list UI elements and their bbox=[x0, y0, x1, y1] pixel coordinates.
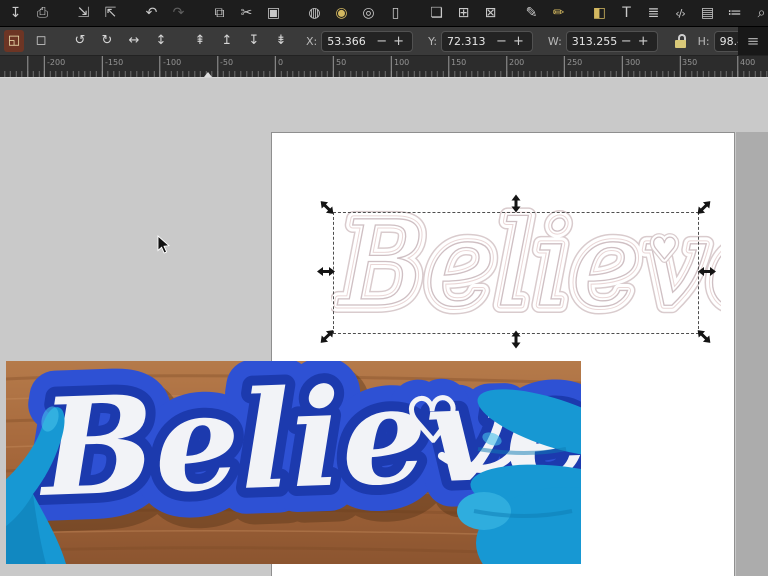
selection-handle-bottom[interactable] bbox=[511, 330, 521, 349]
w-field: W: 313.255 − + bbox=[547, 30, 658, 52]
lower-icon[interactable]: ↧ bbox=[244, 30, 264, 52]
import-icon[interactable]: ⇲ bbox=[74, 0, 92, 27]
x-input[interactable]: 53.366 − + bbox=[321, 30, 414, 52]
y-decrement-button[interactable]: − bbox=[493, 32, 510, 51]
save-icon[interactable]: ↧ bbox=[6, 0, 24, 27]
page-shadow bbox=[736, 132, 768, 576]
x-field: X: 53.366 − + bbox=[306, 30, 414, 52]
ruler-position-marker bbox=[204, 72, 212, 77]
clone-icon[interactable]: ⊞ bbox=[454, 0, 472, 27]
y-field: Y: 72.313 − + bbox=[428, 30, 533, 52]
x-decrement-button[interactable]: − bbox=[373, 32, 390, 51]
select-all-icon[interactable]: ◱ bbox=[4, 30, 24, 52]
selection-handle-left[interactable] bbox=[317, 267, 335, 276]
canvas-area[interactable]: Believe Believe Believe Believe Believe … bbox=[0, 78, 768, 576]
tool-options-bar: ◱ ◻ ↺ ↻ ↔ ↕ ⇞ ↥ ↧ ⇟ X: 53.366 − + Y: 72.… bbox=[0, 27, 768, 56]
copy-icon[interactable]: ⧉ bbox=[210, 0, 228, 27]
mouse-cursor bbox=[157, 235, 170, 254]
command-bar: ↧ ⎙ ⇲ ⇱ ↶ ↷ ⧉ ✂ ▣ ◍ ◉ ◎ ▯ ❏ ⊞ ⊠ ✎ ✏ ◧ T … bbox=[0, 0, 768, 27]
selection-bounding-box bbox=[333, 212, 699, 334]
zoom-drawing-icon[interactable]: ◉ bbox=[332, 0, 350, 27]
print-icon[interactable]: ⎙ bbox=[33, 0, 51, 27]
snap-panel-menu-icon[interactable]: ≡ bbox=[738, 27, 768, 55]
cut-icon[interactable]: ✂ bbox=[237, 0, 255, 27]
svg-text:♥: ♥ bbox=[405, 385, 459, 455]
horizontal-ruler: -200 -150 -100 -50 0 50 100 150 200 250 … bbox=[0, 56, 768, 78]
edit-paths-icon[interactable]: ✏ bbox=[549, 0, 567, 27]
text-dialog-icon[interactable]: T bbox=[617, 0, 635, 27]
flip-vertical-icon[interactable]: ↕ bbox=[151, 30, 171, 52]
y-input[interactable]: 72.313 − + bbox=[441, 30, 533, 52]
document-properties-icon[interactable]: ▤ bbox=[698, 0, 716, 27]
zoom-page-width-icon[interactable]: ▯ bbox=[386, 0, 404, 27]
x-label: X: bbox=[306, 34, 318, 48]
zoom-page-icon[interactable]: ◎ bbox=[359, 0, 377, 27]
zoom-selection-icon[interactable]: ◍ bbox=[305, 0, 323, 27]
align-distribute-icon[interactable]: ≔ bbox=[725, 0, 743, 27]
undo-icon[interactable]: ↶ bbox=[142, 0, 160, 27]
lower-to-bottom-icon[interactable]: ⇟ bbox=[271, 30, 291, 52]
rotate-ccw-icon[interactable]: ↺ bbox=[70, 30, 90, 52]
fill-stroke-icon[interactable]: ◧ bbox=[590, 0, 608, 27]
photo-overlay: Believe Believe ♥ Believe Believe ♥ bbox=[6, 361, 581, 564]
y-increment-button[interactable]: + bbox=[510, 32, 527, 51]
w-decrement-button[interactable]: − bbox=[618, 32, 635, 51]
deselect-icon[interactable]: ◻ bbox=[31, 30, 51, 52]
raise-icon[interactable]: ↥ bbox=[217, 30, 237, 52]
duplicate-icon[interactable]: ❏ bbox=[427, 0, 445, 27]
w-label: W: bbox=[547, 34, 562, 48]
export-icon[interactable]: ⇱ bbox=[101, 0, 119, 27]
xml-editor-icon[interactable]: ‹/› bbox=[671, 0, 689, 27]
flip-horizontal-icon[interactable]: ↔ bbox=[124, 30, 144, 52]
lock-ratio-icon[interactable] bbox=[673, 32, 689, 50]
layers-icon[interactable]: ≣ bbox=[644, 0, 662, 27]
w-input[interactable]: 313.255 − + bbox=[565, 30, 658, 52]
selection-handle-right[interactable] bbox=[698, 267, 716, 276]
x-increment-button[interactable]: + bbox=[390, 32, 407, 51]
rotate-cw-icon[interactable]: ↻ bbox=[97, 30, 117, 52]
h-label: H: bbox=[697, 34, 710, 48]
w-increment-button[interactable]: + bbox=[635, 32, 652, 51]
edit-object-icon[interactable]: ✎ bbox=[522, 0, 540, 27]
find-icon[interactable]: ⌕ bbox=[752, 0, 768, 27]
paste-icon[interactable]: ▣ bbox=[264, 0, 282, 27]
app-window: ↧ ⎙ ⇲ ⇱ ↶ ↷ ⧉ ✂ ▣ ◍ ◉ ◎ ▯ ❏ ⊞ ⊠ ✎ ✏ ◧ T … bbox=[0, 0, 768, 576]
y-label: Y: bbox=[428, 34, 438, 48]
selection-handle-top[interactable] bbox=[511, 194, 521, 213]
unlink-clone-icon[interactable]: ⊠ bbox=[481, 0, 499, 27]
raise-to-top-icon[interactable]: ⇞ bbox=[190, 30, 210, 52]
redo-icon[interactable]: ↷ bbox=[169, 0, 187, 27]
